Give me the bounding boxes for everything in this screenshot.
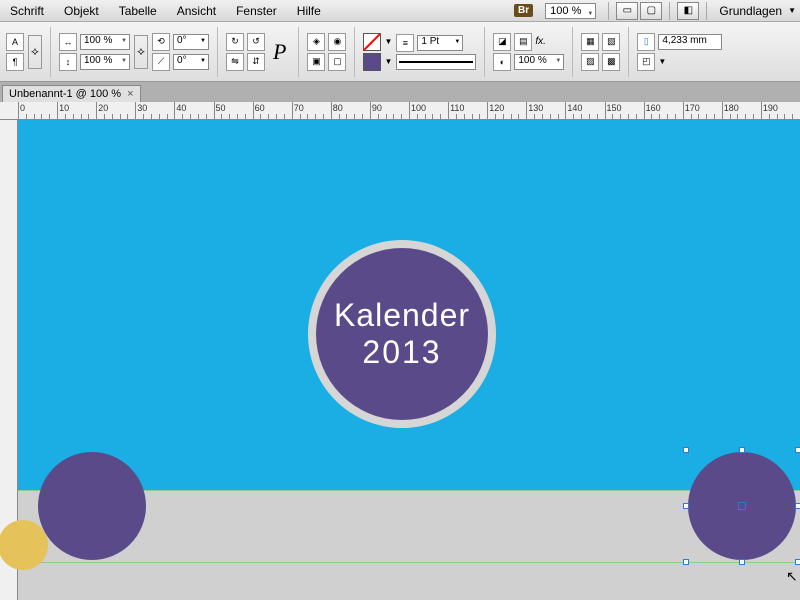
chevron-down-icon[interactable]: ▼ (788, 6, 800, 15)
canvas-area[interactable]: Kalender 2013 ↖ (0, 120, 800, 600)
text-wrap-object-icon[interactable]: ▩ (602, 53, 620, 71)
character-mode-icon[interactable]: A (6, 33, 24, 51)
fit-frame-icon[interactable]: ▢ (328, 53, 346, 71)
link-scale-icon[interactable]: ⟡ (134, 35, 148, 69)
scale-y-icon: ↕ (59, 53, 77, 71)
frame-edge-icon[interactable]: ▯ (637, 33, 655, 51)
menu-hilfe[interactable]: Hilfe (287, 4, 331, 18)
fx-icon[interactable]: fx. (535, 36, 546, 47)
char-paragraph-toggle: A ¶ (6, 33, 24, 71)
separator (669, 2, 670, 20)
rotate-field[interactable]: 0° (173, 34, 209, 50)
stroke-style-combo[interactable] (396, 54, 476, 70)
text-wrap-shape-icon[interactable]: ▨ (581, 53, 599, 71)
purple-circle-left[interactable] (38, 452, 146, 560)
menu-ansicht[interactable]: Ansicht (167, 4, 226, 18)
zoom-level-combo[interactable]: 100 % (545, 3, 596, 19)
select-container-icon[interactable]: ◈ (307, 33, 325, 51)
corner-options-icon[interactable]: ◰ (637, 53, 655, 71)
pasteboard[interactable]: Kalender 2013 ↖ (18, 120, 800, 600)
scale-x-field[interactable]: 100 % (80, 34, 130, 50)
flip-h-icon[interactable]: ⇋ (226, 53, 244, 71)
title-line1: Kalender (334, 297, 470, 334)
paragraph-mode-icon[interactable]: ¶ (6, 53, 24, 71)
scale-y-field[interactable]: 100 % (80, 54, 130, 70)
opacity-field[interactable]: 100 % (514, 54, 564, 70)
selection-handles[interactable] (686, 450, 798, 562)
document-tabbar: Unbenannt-1 @ 100 % × (0, 82, 800, 102)
text-wrap-bounding-icon[interactable]: ▧ (602, 33, 620, 51)
chevron-down-icon[interactable]: ▼ (384, 37, 392, 46)
shear-icon: ⟋ (152, 53, 170, 71)
stroke-weight-field[interactable]: 1 Pt (417, 35, 463, 51)
paragraph-style-icon[interactable]: P (269, 39, 290, 65)
effects-icon[interactable]: ▤ (514, 33, 532, 51)
chevron-down-icon[interactable]: ▼ (658, 57, 666, 66)
main-circle[interactable]: Kalender 2013 (316, 248, 488, 420)
control-panel: A ¶ ⟡ ↔ 100 % ↕ 100 % ⟡ ⟲ 0° ⟋ 0° ↻ ↺ ⇋ … (0, 22, 800, 82)
document-tab[interactable]: Unbenannt-1 @ 100 % × (2, 85, 141, 102)
stroke-weight-icon: ≡ (396, 34, 414, 52)
text-wrap-none-icon[interactable]: ▦ (581, 33, 599, 51)
menu-schrift[interactable]: Schrift (0, 4, 54, 18)
separator (298, 27, 299, 77)
rotate-ccw-icon[interactable]: ↺ (247, 33, 265, 51)
chevron-down-icon[interactable]: ▼ (384, 57, 392, 66)
workspace-switcher[interactable]: Grundlagen (713, 4, 788, 18)
yellow-circle[interactable] (0, 520, 48, 570)
bridge-icon[interactable]: Br (514, 4, 533, 17)
menu-fenster[interactable]: Fenster (226, 4, 287, 18)
fit-content-icon[interactable]: ▣ (307, 53, 325, 71)
dimension-field[interactable]: 4,233 mm (658, 34, 722, 50)
main-circle-ring[interactable]: Kalender 2013 (308, 240, 496, 428)
link-dimensions-icon[interactable]: ⟡ (28, 35, 42, 69)
separator (628, 27, 629, 77)
stroke-swatch[interactable] (363, 53, 381, 71)
fill-swatch[interactable] (363, 33, 381, 51)
menu-tabelle[interactable]: Tabelle (109, 4, 167, 18)
rotate-icon: ⟲ (152, 33, 170, 51)
menu-objekt[interactable]: Objekt (54, 4, 109, 18)
scale-x-icon: ↔ (59, 33, 77, 51)
cursor-icon: ↖ (786, 568, 798, 585)
separator (484, 27, 485, 77)
separator (354, 27, 355, 77)
arrange-icon[interactable]: ◧ (677, 2, 699, 20)
drop-shadow-icon[interactable]: ◪ (493, 33, 511, 51)
close-tab-icon[interactable]: × (127, 88, 133, 100)
select-content-icon[interactable]: ◉ (328, 33, 346, 51)
separator (50, 27, 51, 77)
separator (608, 2, 609, 20)
opacity-icon: ◐ (493, 53, 511, 71)
shear-field[interactable]: 0° (173, 54, 209, 70)
separator (217, 27, 218, 77)
screen-mode-icon[interactable]: ▢ (640, 2, 662, 20)
title-line2: 2013 (362, 334, 441, 371)
menubar: Schrift Objekt Tabelle Ansicht Fenster H… (0, 0, 800, 22)
flip-v-icon[interactable]: ⇵ (247, 53, 265, 71)
separator (572, 27, 573, 77)
separator (706, 2, 707, 20)
view-mode-icon[interactable]: ▭ (616, 2, 638, 20)
rotate-cw-icon[interactable]: ↻ (226, 33, 244, 51)
document-tab-title: Unbenannt-1 @ 100 % (9, 88, 121, 100)
ruler-horizontal[interactable]: 0102030405060708090100110120130140150160… (0, 102, 800, 120)
